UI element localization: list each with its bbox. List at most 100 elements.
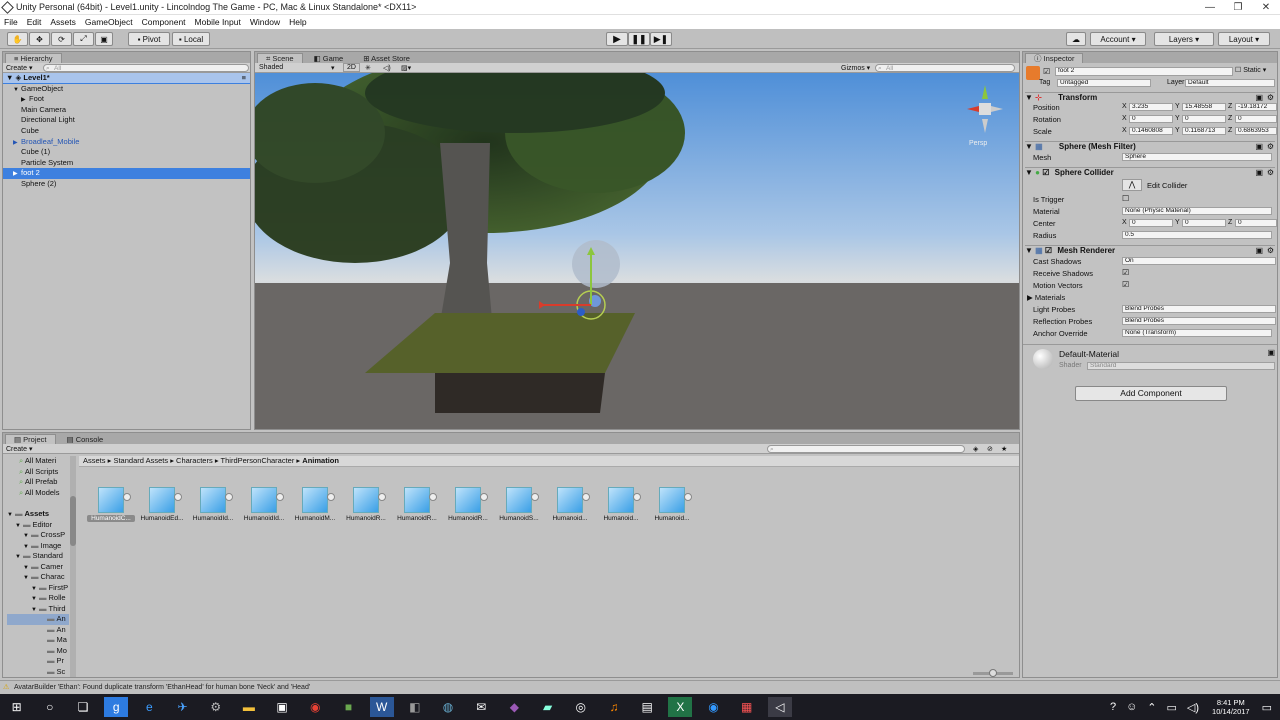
sphere-collider-header[interactable]: ▼ ● ☑ Sphere Collider ▣ ⚙ xyxy=(1025,167,1275,178)
position-z-field[interactable]: -19.18172 xyxy=(1235,103,1277,111)
tab-hierarchy[interactable]: ≡ Hierarchy xyxy=(5,53,62,63)
animation-asset[interactable]: HumanoidC... xyxy=(87,481,135,522)
tree-folder[interactable]: ▼ ▬ Editor xyxy=(7,520,69,531)
animation-asset[interactable]: HumanoidId... xyxy=(189,481,237,522)
network-icon[interactable]: ▭ xyxy=(1167,701,1177,714)
animation-asset[interactable]: HumanoidR... xyxy=(342,481,390,522)
chrome-browser-icon[interactable]: ◉ xyxy=(303,697,327,717)
static-toggle[interactable]: ☐ Static ▾ xyxy=(1235,66,1266,74)
tree-folder[interactable]: ▬ An xyxy=(7,625,69,636)
component-gear-icon[interactable]: ⚙ xyxy=(1267,142,1274,151)
hierarchy-create-button[interactable]: Create ▾ xyxy=(6,64,32,72)
scene-menu-icon[interactable]: ≡ xyxy=(242,73,246,84)
hierarchy-item[interactable]: Cube xyxy=(3,126,250,137)
step-button[interactable]: ▶❚ xyxy=(650,32,672,46)
chevron-up-icon[interactable]: ⌃ xyxy=(1147,701,1156,714)
minimize-button[interactable]: — xyxy=(1196,2,1224,13)
game-app-icon[interactable]: ▦ xyxy=(735,697,759,717)
menu-edit[interactable]: Edit xyxy=(27,17,42,27)
move-tool-icon[interactable]: ✥ xyxy=(29,32,50,46)
breadcrumb-animation[interactable]: Animation xyxy=(302,456,339,465)
add-component-button[interactable]: Add Component xyxy=(1075,386,1227,401)
mesh-filter-header[interactable]: ▼ ▦ Sphere (Mesh Filter) ▣ ⚙ xyxy=(1025,141,1275,152)
edit-collider-button[interactable]: ⋀ xyxy=(1122,179,1142,191)
hierarchy-item[interactable]: Particle System xyxy=(3,158,250,169)
active-checkbox[interactable]: ☑ xyxy=(1043,67,1050,76)
animation-asset[interactable]: HumanoidR... xyxy=(444,481,492,522)
media-app-icon[interactable]: ◧ xyxy=(403,697,427,717)
component-gear-icon[interactable]: ⚙ xyxy=(1267,246,1274,255)
scale-y-field[interactable]: 0.1168713 xyxy=(1182,127,1226,135)
tree-folder[interactable]: ▼ ▬ Charac xyxy=(7,572,69,583)
tab-scene[interactable]: ⌗ Scene xyxy=(257,53,303,63)
clock[interactable]: 8:41 PM 10/14/2017 xyxy=(1212,698,1250,716)
collab-cloud-button[interactable]: ☁ xyxy=(1066,32,1086,46)
center-x-field[interactable]: 0 xyxy=(1129,219,1173,227)
tag-dropdown[interactable]: Untagged xyxy=(1057,79,1151,87)
position-x-field[interactable]: 3.235 xyxy=(1129,103,1173,111)
hierarchy-item[interactable]: ▶ Foot xyxy=(3,94,250,105)
favorite-item[interactable]: ⌕ All Materi xyxy=(7,456,69,467)
shader-dropdown[interactable]: Standard xyxy=(1087,362,1275,370)
breadcrumb-assets[interactable]: Assets xyxy=(83,456,106,465)
play-button[interactable]: ▶ xyxy=(606,32,628,46)
status-message[interactable]: AvatarBuilder 'Ethan': Found duplicate t… xyxy=(14,684,310,691)
scene-viewport[interactable]: Persp xyxy=(255,73,1020,430)
audio-toggle-icon[interactable]: ◁) xyxy=(383,64,391,72)
material-settings-icon[interactable]: ▣ xyxy=(1267,348,1275,357)
menu-assets[interactable]: Assets xyxy=(50,17,76,27)
motion-vectors-checkbox[interactable]: ☑ xyxy=(1122,280,1129,289)
tool-app-icon[interactable]: ◍ xyxy=(436,697,460,717)
mesh-renderer-header[interactable]: ▼ ▦ ☑ Mesh Renderer ▣ ⚙ xyxy=(1025,245,1275,256)
tree-folder[interactable]: ▼ ▬ Camer xyxy=(7,562,69,573)
video-app-icon[interactable]: ▤ xyxy=(635,697,659,717)
sphere-object[interactable] xyxy=(572,240,620,288)
scene-search-input[interactable]: ⌕ All xyxy=(875,64,1015,72)
mail-icon[interactable]: ✉ xyxy=(469,697,493,717)
tree-folder[interactable]: ▬ An xyxy=(7,614,69,625)
component-gear-icon[interactable]: ⚙ xyxy=(1267,93,1274,102)
mesh-field[interactable]: Sphere xyxy=(1122,153,1272,161)
tree-scrollbar[interactable] xyxy=(70,456,76,677)
enabled-checkbox[interactable]: ☑ xyxy=(1042,168,1049,177)
scale-tool-icon[interactable]: ⤢ xyxy=(73,32,94,46)
tree-folder[interactable]: ▬ Pr xyxy=(7,656,69,667)
enabled-checkbox[interactable]: ☑ xyxy=(1045,246,1052,255)
people-icon[interactable]: ☺ xyxy=(1126,701,1137,713)
start-windows-icon[interactable]: ⊞ xyxy=(5,697,29,717)
materials-foldout[interactable]: ▶ Materials xyxy=(1027,293,1065,302)
pause-button[interactable]: ❚❚ xyxy=(628,32,650,46)
center-z-field[interactable]: 0 xyxy=(1235,219,1277,227)
menu-file[interactable]: File xyxy=(4,17,18,27)
hierarchy-item[interactable]: ▶ Broadleaf_Mobile xyxy=(3,137,250,148)
notifications-icon[interactable]: ▭ xyxy=(1262,701,1272,714)
project-search-input[interactable]: ⌕ xyxy=(767,445,965,453)
unity-editor-icon[interactable]: ◁ xyxy=(767,697,792,717)
collider-material-field[interactable]: None (Physic Material) xyxy=(1122,207,1272,215)
tab-game[interactable]: ◧ Game xyxy=(304,53,353,63)
filter-type-icon[interactable]: ◈ xyxy=(973,445,978,453)
tree-folder[interactable]: ▼ ▬ Rolle xyxy=(7,593,69,604)
layout-dropdown[interactable]: Layout ▾ xyxy=(1218,32,1270,46)
animation-asset[interactable]: HumanoidEd... xyxy=(138,481,186,522)
animation-asset[interactable]: HumanoidS... xyxy=(495,481,543,522)
excel-icon[interactable]: X xyxy=(668,697,693,717)
rotation-z-field[interactable]: 0 xyxy=(1235,115,1277,123)
edge-browser-icon[interactable]: e xyxy=(137,697,161,717)
local-toggle[interactable]: ▪ Local xyxy=(172,32,210,46)
tab-console[interactable]: ▤ Console xyxy=(57,434,113,444)
hierarchy-item[interactable]: Sphere (2) xyxy=(3,179,250,190)
project-create-button[interactable]: Create ▾ xyxy=(6,445,32,453)
volume-icon[interactable]: ◁) xyxy=(1187,701,1199,714)
notes-app-icon[interactable]: ▰ xyxy=(536,697,560,717)
hierarchy-item[interactable]: Cube (1) xyxy=(3,147,250,158)
transform-header[interactable]: ▼ ⊹ Transform ▣ ⚙ xyxy=(1025,92,1275,103)
rect-tool-icon[interactable]: ▣ xyxy=(95,32,113,46)
location-app-icon[interactable]: ◆ xyxy=(502,697,526,717)
effects-toggle-icon[interactable]: ▨▾ xyxy=(401,64,411,72)
menu-gameobject[interactable]: GameObject xyxy=(85,17,133,27)
tree-folder[interactable]: ▼ ▬ Assets xyxy=(7,509,69,520)
twitter-bird-icon[interactable]: ✈ xyxy=(171,697,195,717)
rotation-x-field[interactable]: 0 xyxy=(1129,115,1173,123)
gear-app-icon[interactable]: ⚙ xyxy=(204,697,228,717)
